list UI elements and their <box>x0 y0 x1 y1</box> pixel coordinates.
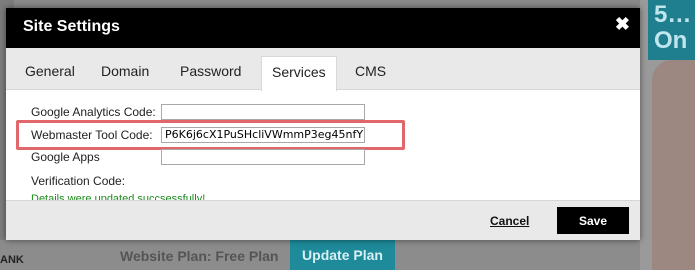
tab-services[interactable]: Services <box>261 56 337 91</box>
background-bottom-left-text: ANK <box>0 254 24 266</box>
webmaster-tool-label: Webmaster Tool Code: <box>31 128 153 142</box>
services-form: Google Analytics Code: Webmaster Tool Co… <box>6 90 640 205</box>
background-update-plan-button: Update Plan <box>290 240 395 270</box>
background-figure-image <box>652 60 695 270</box>
verification-code-label: Verification Code: <box>31 174 126 188</box>
tab-password[interactable]: Password <box>170 56 251 90</box>
google-analytics-label: Google Analytics Code: <box>31 105 156 119</box>
background-promo-text: 5… On <box>654 1 692 54</box>
tab-domain[interactable]: Domain <box>91 56 159 90</box>
google-apps-label: Google Apps <box>31 150 100 164</box>
save-button[interactable]: Save <box>557 207 629 234</box>
modal-footer: Cancel Save <box>6 200 640 240</box>
background-promo-banner: 5… On <box>648 0 695 60</box>
site-settings-modal: Site Settings ✖ General Domain Password … <box>6 8 640 240</box>
webmaster-tool-input[interactable]: P6K6j6cX1PuSHcliVWmmP3eg45nfYp_ <box>161 127 365 143</box>
cancel-link[interactable]: Cancel <box>490 214 529 228</box>
tab-general[interactable]: General <box>15 56 85 90</box>
modal-title: Site Settings <box>23 18 120 35</box>
background-plan-text: Website Plan: Free Plan <box>120 248 279 264</box>
tab-cms[interactable]: CMS <box>345 56 396 90</box>
tab-bar: General Domain Password Services CMS <box>6 48 640 91</box>
google-analytics-input[interactable] <box>161 104 365 120</box>
google-apps-input[interactable] <box>161 149 365 165</box>
close-icon[interactable]: ✖ <box>615 14 630 35</box>
modal-header: Site Settings ✖ <box>6 8 640 48</box>
